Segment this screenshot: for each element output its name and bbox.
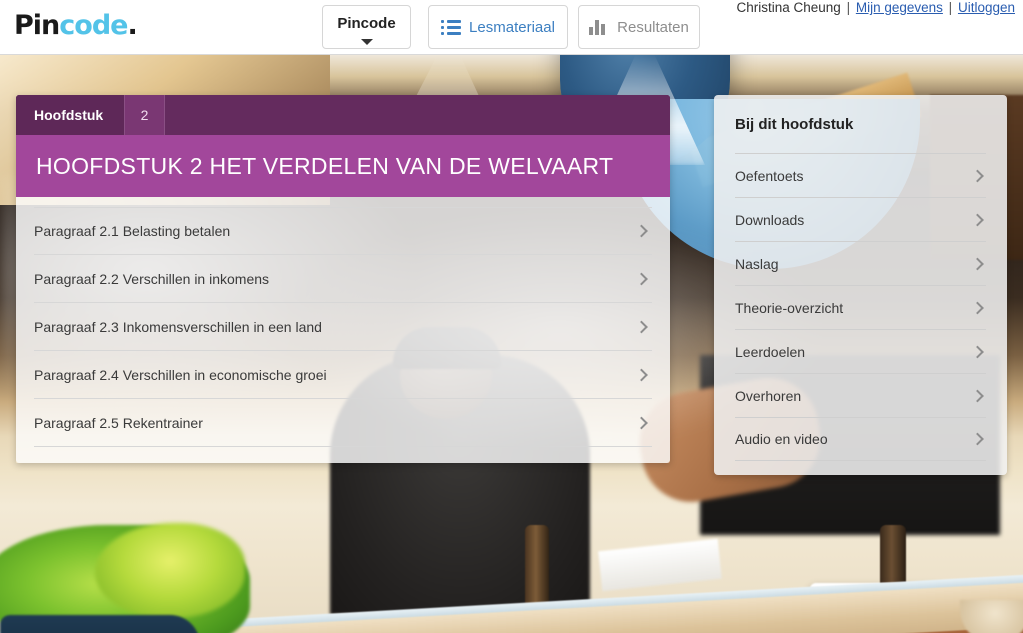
chevron-down-icon	[360, 39, 373, 45]
nav-button-lesmateriaal[interactable]: Lesmateriaal	[428, 5, 568, 49]
logout-link[interactable]: Uitloggen	[958, 0, 1015, 15]
chapter-resources-panel: Bij dit hoofdstuk Oefentoets Downloads N…	[714, 95, 1007, 475]
tab-chapter-number-label: 2	[140, 107, 149, 123]
sidebar-item-overhoren[interactable]: Overhoren	[735, 373, 986, 417]
chapter-card: Hoofdstuk 2 HOOFDSTUK 2 HET VERDELEN VAN…	[16, 95, 670, 463]
paragraph-label: Paragraaf 2.4 Verschillen in economische…	[34, 366, 327, 383]
nav-button-pincode-label: Pincode	[337, 14, 396, 32]
page-title-text: HOOFDSTUK 2 HET VERDELEN VAN DE WELVAART	[36, 152, 614, 179]
tab-chapter-number[interactable]: 2	[125, 95, 165, 135]
pincode-logo[interactable]: Pincode.	[14, 10, 138, 41]
chevron-right-icon	[971, 345, 984, 358]
sidebar-item-label: Theorie-overzicht	[735, 299, 844, 316]
tab-bar-filler	[165, 95, 670, 135]
photo-pepper-mill-left	[525, 525, 549, 613]
sidebar-item-theorie-overzicht[interactable]: Theorie-overzicht	[735, 285, 986, 329]
my-account-link[interactable]: Mijn gegevens	[856, 0, 943, 15]
nav-button-pincode[interactable]: Pincode	[322, 5, 411, 49]
tab-hoofdstuk-label: Hoofdstuk	[34, 107, 104, 123]
nav-button-resultaten-label: Resultaten	[617, 18, 689, 36]
chevron-right-icon	[635, 368, 648, 381]
sidebar-item-downloads[interactable]: Downloads	[735, 197, 986, 241]
logo-text-code: code	[59, 10, 128, 41]
chevron-right-icon	[971, 432, 984, 446]
chevron-right-icon	[971, 389, 984, 402]
sidebar-item-label: Audio en video	[735, 431, 828, 447]
sidebar-item-leerdoelen[interactable]: Leerdoelen	[735, 329, 986, 373]
nav-button-resultaten[interactable]: Resultaten	[578, 5, 700, 49]
list-icon	[441, 19, 462, 35]
sidebar-item-label: Downloads	[735, 211, 805, 228]
panel-title: Bij dit hoofdstuk	[735, 95, 986, 153]
list-item[interactable]: Paragraaf 2.2 Verschillen in inkomens	[34, 255, 652, 303]
chevron-right-icon	[635, 320, 648, 333]
sidebar-item-naslag[interactable]: Naslag	[735, 241, 986, 285]
chevron-right-icon	[635, 224, 648, 238]
user-separator-2: |	[948, 0, 953, 15]
user-name: Christina Cheung	[736, 0, 841, 15]
sidebar-item-label: Leerdoelen	[735, 343, 806, 360]
chevron-right-icon	[971, 301, 984, 314]
chevron-right-icon	[635, 416, 648, 429]
list-item[interactable]: Paragraaf 2.3 Inkomensverschillen in een…	[34, 303, 652, 351]
chevron-right-icon	[971, 257, 984, 270]
paragraph-label: Paragraaf 2.1 Belasting betalen	[34, 223, 231, 239]
paragraph-list: Paragraaf 2.1 Belasting betalen Paragraa…	[16, 197, 670, 463]
bar-chart-icon	[589, 19, 609, 35]
top-navigation-bar: Pincode. Pincode Lesmateriaal Resultaten…	[0, 0, 1023, 55]
user-separator-1: |	[846, 0, 851, 15]
chevron-right-icon	[971, 169, 984, 182]
user-account-area: Christina Cheung | Mijn gegevens | Uitlo…	[736, 0, 1015, 15]
photo-bowl	[960, 600, 1023, 633]
panel-title-text: Bij dit hoofdstuk	[735, 115, 854, 133]
chevron-right-icon	[971, 213, 984, 226]
paragraph-label: Paragraaf 2.2 Verschillen in inkomens	[34, 270, 270, 287]
paragraph-label: Paragraaf 2.3 Inkomensverschillen in een…	[34, 318, 322, 335]
sidebar-item-label: Naslag	[735, 255, 779, 272]
photo-paper	[598, 538, 722, 592]
tab-hoofdstuk[interactable]: Hoofdstuk	[16, 95, 125, 135]
page-title: HOOFDSTUK 2 HET VERDELEN VAN DE WELVAART	[16, 135, 670, 197]
photo-plant-leaves-highlight	[95, 523, 245, 618]
sidebar-item-oefentoets[interactable]: Oefentoets	[735, 153, 986, 197]
sidebar-item-label: Oefentoets	[735, 167, 804, 184]
nav-button-lesmateriaal-label: Lesmateriaal	[469, 18, 555, 36]
logo-text-dot: .	[127, 10, 137, 41]
logo-text-pin: Pin	[14, 10, 60, 41]
chevron-right-icon	[635, 272, 648, 285]
photo-plant-pot	[0, 615, 200, 633]
sidebar-item-audio-en-video[interactable]: Audio en video	[735, 417, 986, 461]
sidebar-item-label: Overhoren	[735, 387, 802, 404]
list-item[interactable]: Paragraaf 2.4 Verschillen in economische…	[34, 351, 652, 399]
chapter-breadcrumb-tabs: Hoofdstuk 2	[16, 95, 670, 135]
paragraph-label: Paragraaf 2.5 Rekentrainer	[34, 414, 203, 431]
list-item[interactable]: Paragraaf 2.1 Belasting betalen	[34, 207, 652, 255]
list-item[interactable]: Paragraaf 2.5 Rekentrainer	[34, 399, 652, 447]
